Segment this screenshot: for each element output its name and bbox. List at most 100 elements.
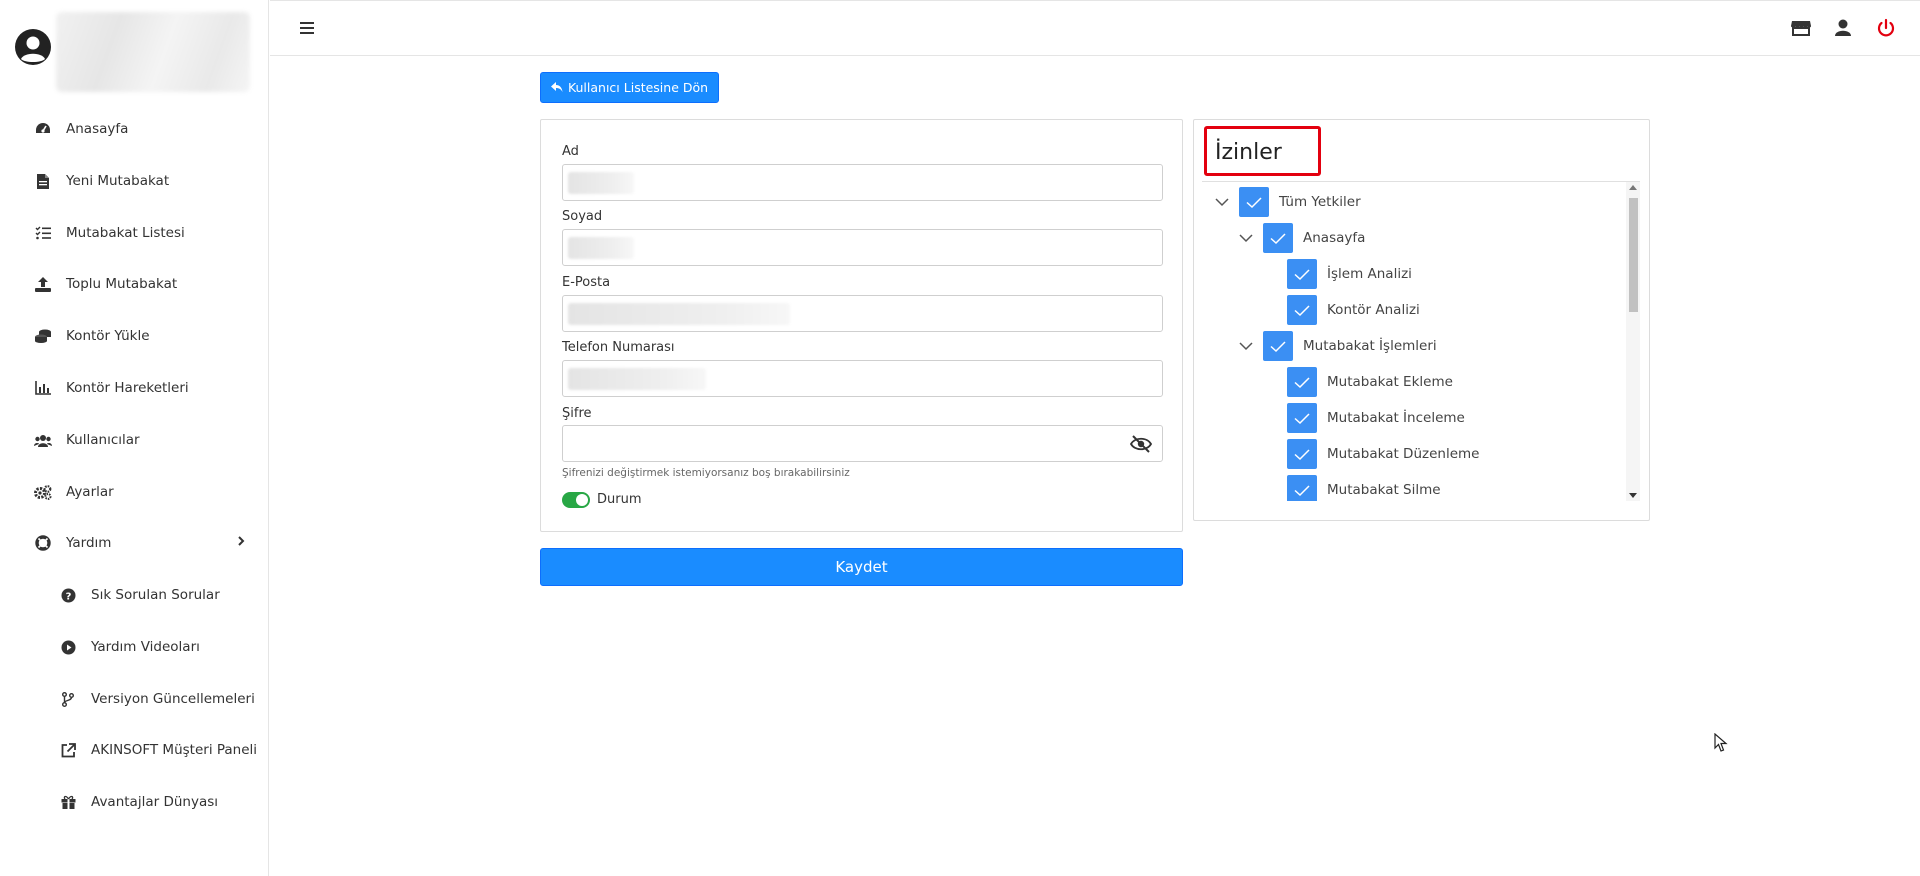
tree-node-mutabakat-duzenleme: Mutabakat Düzenleme [1287,436,1479,472]
chevron-down-icon[interactable] [1239,231,1253,245]
sidebar-item-label: Yardım [66,535,112,551]
permissions-card: İzinler Tüm Yetkiler Anasayfa İşlem Anal… [1193,119,1650,521]
scroll-down-arrow-icon[interactable] [1629,493,1637,498]
tree-node-label: Mutabakat Düzenleme [1327,446,1480,462]
sidebar-item-label: Kullanıcılar [66,432,140,448]
code-branch-icon [59,690,77,708]
users-icon [34,431,52,449]
user-circle-icon [15,29,51,65]
check-icon [1294,448,1310,460]
dashboard-icon [34,120,52,138]
sidebar-item-mutabakat-listesi[interactable]: Mutabakat Listesi [0,213,269,253]
redacted-value [568,172,634,194]
status-label: Durum [597,492,642,507]
tree-node-mutabakat-inceleme: Mutabakat İnceleme [1287,400,1465,436]
check-icon [1294,376,1310,388]
play-circle-icon [59,638,77,656]
checkbox[interactable] [1287,259,1317,289]
sidebar-subitem-yardim-videolari[interactable]: Yardım Videoları [0,627,269,667]
checkbox[interactable] [1263,331,1293,361]
sidebar-item-label: Ayarlar [66,484,114,500]
sidebar-item-anasayfa[interactable]: Anasayfa [0,109,269,149]
save-button[interactable]: Kaydet [540,548,1183,586]
checkbox[interactable] [1287,439,1317,469]
sidebar-item-ayarlar[interactable]: Ayarlar [0,472,269,512]
status-toggle[interactable] [562,492,590,508]
menu-icon[interactable] [298,17,318,39]
tree-node-mutabakat-ekleme: Mutabakat Ekleme [1287,364,1453,400]
sidebar-item-label: AKINSOFT Müşteri Paneli [91,742,258,758]
sidebar-subitem-musteri-paneli[interactable]: AKINSOFT Müşteri Paneli [0,730,269,770]
save-button-label: Kaydet [835,558,888,576]
redacted-value [568,368,706,390]
user-form-card: Ad Soyad E-Posta Telefon Numarası Şifre … [540,119,1183,532]
sidebar-item-label: Yeni Mutabakat [66,173,170,189]
sidebar-item-label: Anasayfa [66,121,129,137]
tree-node-label: Mutabakat Silme [1327,482,1441,498]
power-icon[interactable] [1875,17,1897,39]
store-icon[interactable] [1790,17,1812,39]
user-name-redacted [56,12,250,92]
sidebar-item-label: Toplu Mutabakat [66,276,178,292]
sidebar-item-label: Kontör Yükle [66,328,150,344]
checkbox[interactable] [1263,223,1293,253]
sidebar-item-toplu-mutabakat[interactable]: Toplu Mutabakat [0,264,269,304]
sidebar-item-kontor-yukle[interactable]: Kontör Yükle [0,316,269,356]
sidebar-item-label: Mutabakat Listesi [66,225,185,241]
tree-node-label: İşlem Analizi [1327,266,1412,282]
chart-bar-icon [34,379,52,397]
sidebar-item-label: Kontör Hareketleri [66,380,189,396]
phone-label: Telefon Numarası [562,340,675,355]
life-ring-icon [34,534,52,552]
sidebar-item-yardim[interactable]: Yardım [0,523,269,563]
checkbox[interactable] [1287,403,1317,433]
external-link-icon [59,741,77,759]
checkbox[interactable] [1239,187,1269,217]
phone-input[interactable] [562,360,1163,397]
user-icon[interactable] [1832,17,1854,39]
user-profile [0,0,269,100]
sidebar-subitem-sss[interactable]: ? Sık Sorulan Sorular [0,575,269,615]
check-icon [1294,412,1310,424]
checkbox[interactable] [1287,475,1317,501]
redacted-value [568,303,790,325]
scrollbar-thumb[interactable] [1629,198,1638,312]
sidebar-subitem-versiyon[interactable]: Versiyon Güncellemeleri [0,679,269,719]
password-label: Şifre [562,406,592,421]
sidebar: Anasayfa Yeni Mutabakat Mutabakat Listes… [0,0,269,876]
last-name-label: Soyad [562,209,603,224]
tree-scrollbar[interactable] [1626,182,1640,501]
password-input[interactable] [562,425,1163,462]
first-name-input[interactable] [562,164,1163,201]
last-name-input[interactable] [562,229,1163,266]
chevron-down-icon[interactable] [1215,195,1229,209]
checkbox[interactable] [1287,367,1317,397]
back-button-label: Kullanıcı Listesine Dön [567,80,709,95]
sidebar-item-yeni-mutabakat[interactable]: Yeni Mutabakat [0,161,269,201]
tree-node-kontor-analizi: Kontör Analizi [1287,292,1420,328]
eye-slash-icon[interactable] [1130,434,1152,454]
gears-icon [34,483,52,501]
tree-node-label: Mutabakat Ekleme [1327,374,1453,390]
sidebar-subitem-avantajlar[interactable]: Avantajlar Dünyası [0,782,269,822]
tree-node-islem-analizi: İşlem Analizi [1287,256,1412,292]
sidebar-item-kullanicilar[interactable]: Kullanıcılar [0,420,269,460]
check-icon [1270,232,1286,244]
email-input[interactable] [562,295,1163,332]
chevron-down-icon[interactable] [1239,339,1253,353]
check-icon [1294,484,1310,496]
tree-node-label: Mutabakat İşlemleri [1303,338,1437,354]
scroll-up-arrow-icon[interactable] [1629,185,1637,190]
checkbox[interactable] [1287,295,1317,325]
check-icon [1294,304,1310,316]
gift-icon [59,793,77,811]
check-icon [1270,340,1286,352]
tree-node-mutabakat-silme: Mutabakat Silme [1287,472,1441,501]
sidebar-item-kontor-hareketleri[interactable]: Kontör Hareketleri [0,368,269,408]
tree-node-tum-yetkiler: Tüm Yetkiler [1215,184,1361,220]
password-hint: Şifrenizi değiştirmek istemiyorsanız boş… [562,467,850,479]
reply-icon [550,82,563,92]
back-to-user-list-button[interactable]: Kullanıcı Listesine Dön [540,72,719,103]
check-icon [1294,268,1310,280]
mouse-cursor-icon [1714,733,1728,752]
